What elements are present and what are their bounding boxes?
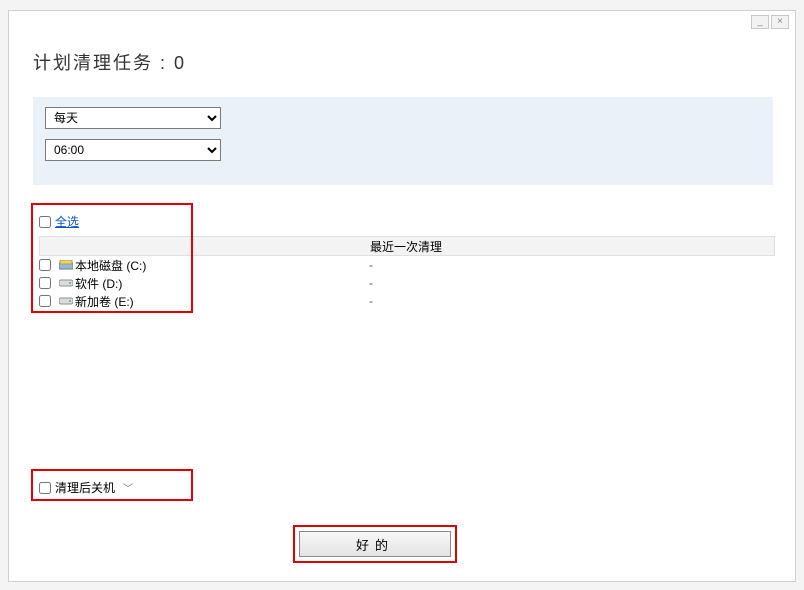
table-row: 软件 (D:) - bbox=[39, 274, 775, 292]
page-title: 计划清理任务 : 0 bbox=[33, 49, 186, 75]
row-checkbox[interactable] bbox=[39, 277, 51, 289]
select-all-checkbox[interactable] bbox=[39, 216, 51, 228]
row-name: 本地磁盘 (C:) bbox=[75, 257, 369, 274]
table-row: 新加卷 (E:) - bbox=[39, 292, 775, 310]
select-all-row: 全选 bbox=[39, 211, 775, 236]
row-checkbox[interactable] bbox=[39, 295, 51, 307]
dialog-window: _ × 计划清理任务 : 0 每天 06:00 全选 最近一次清理 本地磁盘 (… bbox=[8, 10, 796, 582]
table-row: 本地磁盘 (C:) - bbox=[39, 256, 775, 274]
row-checkbox[interactable] bbox=[39, 259, 51, 271]
window-controls: _ × bbox=[751, 15, 789, 29]
row-last: - bbox=[369, 276, 769, 290]
frequency-select[interactable]: 每天 bbox=[45, 107, 221, 129]
close-button[interactable]: × bbox=[771, 15, 789, 29]
shutdown-checkbox[interactable] bbox=[39, 482, 51, 494]
row-last: - bbox=[369, 294, 769, 308]
grid-header: 最近一次清理 bbox=[39, 236, 775, 256]
ok-button[interactable]: 好的 bbox=[299, 531, 451, 557]
row-name: 新加卷 (E:) bbox=[75, 293, 369, 310]
chevron-down-icon: ﹀ bbox=[123, 480, 133, 495]
row-name: 软件 (D:) bbox=[75, 275, 369, 292]
col-last-header: 最近一次清理 bbox=[370, 238, 770, 255]
drive-grid: 全选 最近一次清理 本地磁盘 (C:) - 软件 (D:) - bbox=[39, 211, 775, 310]
shutdown-option[interactable]: 清理后关机 ﹀ bbox=[39, 479, 133, 496]
shutdown-label: 清理后关机 bbox=[55, 479, 115, 496]
disk-icon bbox=[57, 296, 75, 306]
time-select[interactable]: 06:00 bbox=[45, 139, 221, 161]
disk-c-icon bbox=[57, 260, 75, 270]
row-last: - bbox=[369, 258, 769, 272]
disk-icon bbox=[57, 278, 75, 288]
minimize-button[interactable]: _ bbox=[751, 15, 769, 29]
schedule-panel: 每天 06:00 bbox=[33, 97, 773, 185]
select-all-link[interactable]: 全选 bbox=[55, 213, 79, 230]
